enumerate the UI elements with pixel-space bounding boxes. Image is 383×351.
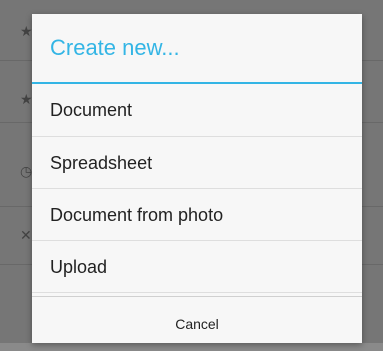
cancel-button[interactable]: Cancel — [32, 297, 362, 344]
dialog-title: Create new... — [50, 35, 180, 60]
menu-item-upload[interactable]: Upload — [32, 241, 362, 293]
menu-item-document-from-photo[interactable]: Document from photo — [32, 189, 362, 241]
menu-item-document[interactable]: Document — [32, 84, 362, 137]
create-options-list: Document Spreadsheet Document from photo… — [32, 84, 362, 293]
create-new-dialog: Create new... Document Spreadsheet Docum… — [32, 14, 362, 343]
dialog-button-bar: Cancel — [32, 296, 362, 343]
menu-item-spreadsheet[interactable]: Spreadsheet — [32, 137, 362, 189]
